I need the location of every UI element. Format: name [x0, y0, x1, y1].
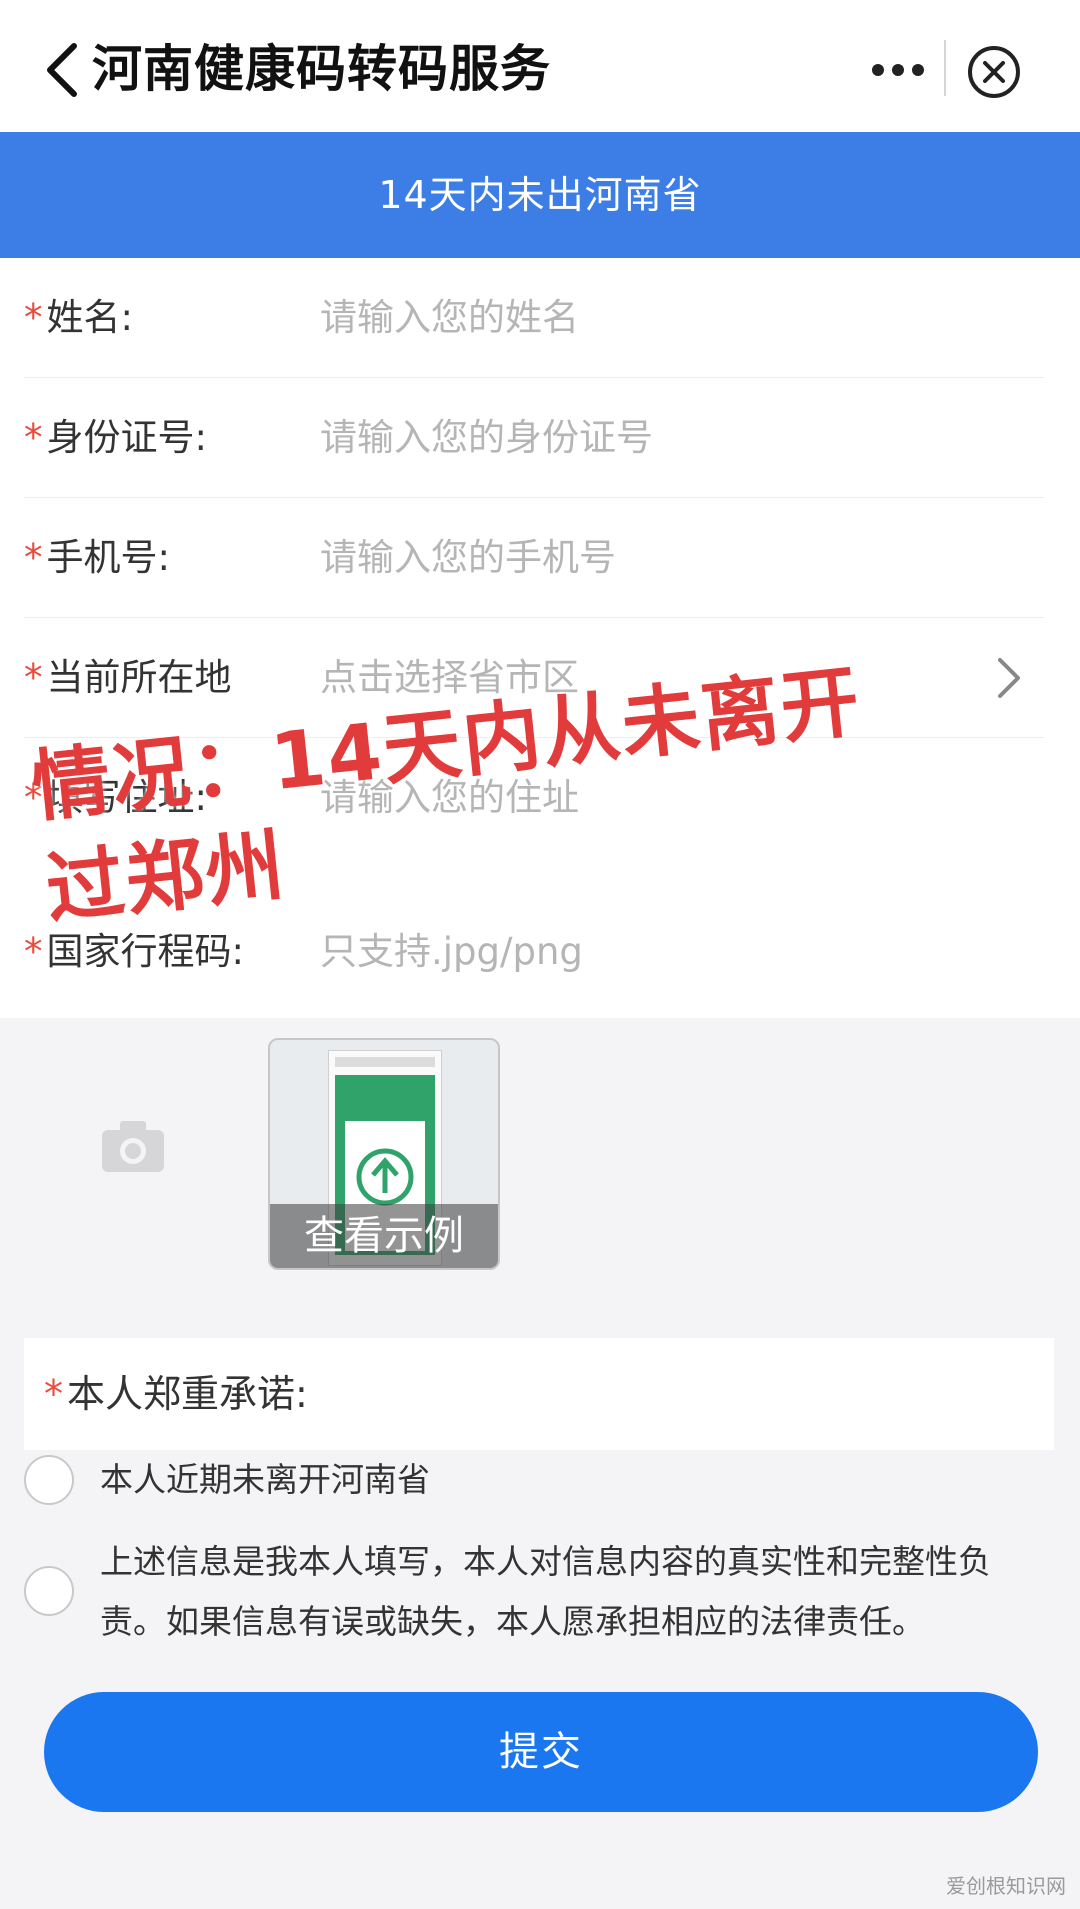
- watermark: 爱创根知识网: [946, 1874, 1066, 1898]
- name-label-text: 姓名:: [46, 296, 133, 339]
- promise-option-2-line2: 责。如果信息有误或缺失，本人愿承担相应的法律责任。: [100, 1602, 925, 1641]
- phone-row[interactable]: * 手机号: 请输入您的手机号: [0, 498, 1080, 618]
- arrow-up-circle-icon: [356, 1148, 414, 1206]
- required-star: *: [24, 296, 43, 339]
- promise-radio-2[interactable]: [24, 1566, 74, 1616]
- nav-divider: [944, 40, 946, 96]
- travel-code-hint: 只支持.jpg/png: [320, 930, 583, 973]
- required-star: *: [24, 536, 43, 579]
- id-number-row[interactable]: * 身份证号: 请输入您的身份证号: [0, 378, 1080, 498]
- promise-label: * 本人郑重承诺:: [24, 1338, 1054, 1450]
- promise-label-text: 本人郑重承诺:: [67, 1372, 308, 1416]
- page-title: 河南健康码转码服务: [92, 40, 551, 98]
- more-options-icon[interactable]: [868, 50, 928, 90]
- promise-option-1: 本人近期未离开河南省: [100, 1460, 430, 1499]
- required-star: *: [24, 930, 43, 973]
- promise-option-2-line1: 上述信息是我本人填写，本人对信息内容的真实性和完整性负: [100, 1542, 991, 1581]
- name-label: * 姓名:: [24, 258, 133, 378]
- id-number-input[interactable]: 请输入您的身份证号: [320, 378, 653, 498]
- status-banner: 14天内未出河南省: [0, 132, 1080, 258]
- promise-radio-1[interactable]: [24, 1455, 74, 1505]
- close-icon[interactable]: [966, 44, 1022, 100]
- camera-icon[interactable]: [100, 1118, 166, 1174]
- name-row[interactable]: * 姓名: 请输入您的姓名: [0, 258, 1080, 378]
- view-sample-label: 查看示例: [270, 1204, 498, 1268]
- name-input[interactable]: 请输入您的姓名: [320, 258, 579, 378]
- location-label-text: 当前所在地: [46, 656, 232, 699]
- phone-input[interactable]: 请输入您的手机号: [320, 498, 616, 618]
- nav-bar: 河南健康码转码服务: [0, 0, 1080, 133]
- upload-area: 查看示例: [0, 1018, 1080, 1270]
- required-star: *: [24, 656, 43, 699]
- submit-button[interactable]: 提交: [44, 1692, 1038, 1812]
- sample-image[interactable]: 查看示例: [268, 1038, 500, 1270]
- chevron-right-icon: [998, 658, 1020, 698]
- back-arrow-icon[interactable]: [40, 40, 84, 100]
- sample-status-bar: [335, 1057, 435, 1067]
- id-number-label-text: 身份证号:: [46, 416, 207, 459]
- required-star: *: [24, 416, 43, 459]
- phone-label-text: 手机号:: [46, 536, 170, 579]
- id-number-label: * 身份证号:: [24, 378, 207, 498]
- phone-label: * 手机号:: [24, 498, 170, 618]
- required-star: *: [44, 1372, 63, 1416]
